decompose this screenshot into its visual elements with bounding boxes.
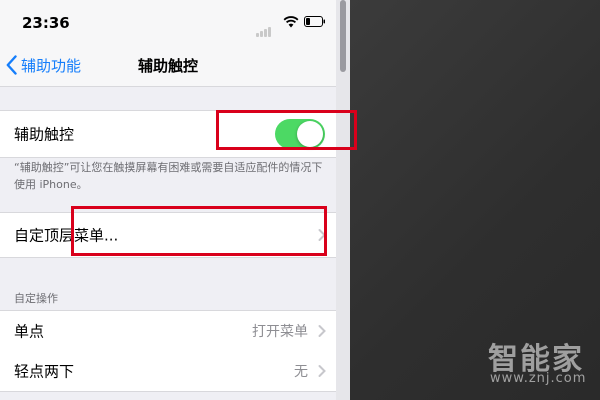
chevron-right-icon (318, 325, 326, 337)
chevron-right-icon (318, 365, 326, 377)
assistive-touch-description: “辅助触控”可让您在触摸屏幕有困难或需要自适应配件的情况下使用 iPhone。 (14, 161, 323, 191)
custom-actions-header: 自定操作 (14, 292, 58, 305)
scroll-thumb[interactable] (340, 0, 346, 72)
highlight-box-menu (71, 206, 327, 256)
wifi-icon (283, 16, 299, 28)
page-title: 辅助触控 (137, 57, 198, 75)
status-bar: 23:36 (0, 0, 336, 44)
action-value: 无 (294, 364, 308, 380)
status-time: 23:36 (22, 14, 70, 32)
navigation-bar: 辅助功能 辅助触控 (0, 44, 336, 87)
action-label: 轻点两下 (14, 362, 75, 381)
settings-screen: 23:36 辅助功能 辅助触控 辅助触控 “辅助触控”可让您在触摸屏幕有困难或需… (0, 0, 336, 400)
battery-icon (304, 16, 325, 27)
cellular-signal-icon (256, 18, 272, 37)
action-label: 单点 (14, 322, 45, 341)
action-value: 打开菜单 (252, 324, 308, 340)
custom-action-row-single-tap[interactable]: 单点 打开菜单 (0, 310, 336, 352)
custom-action-row-double-tap[interactable]: 轻点两下 无 (0, 351, 336, 392)
highlight-box-toggle (216, 110, 357, 150)
assistive-touch-label: 辅助触控 (14, 125, 75, 144)
watermark-url: www.znj.com (490, 371, 587, 386)
